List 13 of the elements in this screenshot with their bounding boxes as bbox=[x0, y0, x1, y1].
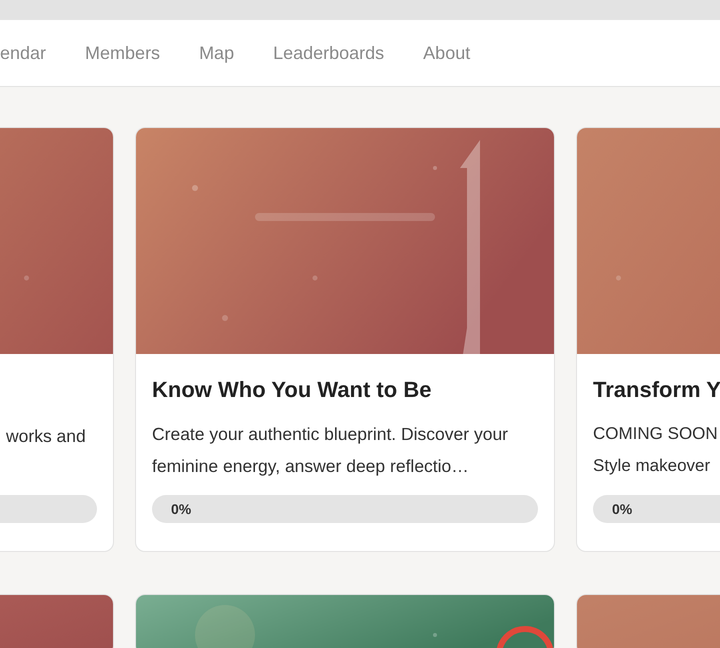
progress-label: 0% bbox=[170, 501, 192, 517]
nav-link[interactable]: Members bbox=[85, 42, 160, 64]
nav-link[interactable]: endar bbox=[0, 42, 46, 64]
nav-link[interactable]: Leaderboards bbox=[273, 42, 384, 64]
course-description: COMING SOON Style makeover bbox=[593, 423, 719, 477]
nav-link[interactable]: Map bbox=[199, 42, 234, 64]
course-description: Create your authentic blueprint. Discover your feminine energy, answer deep reflectio… bbox=[152, 423, 510, 478]
progress-label: 0% bbox=[611, 501, 632, 517]
course-title: Know Who You Want to Be bbox=[152, 376, 432, 404]
course-card[interactable]: Know Who You Want to Be Create your authentic blueprint. Discover your feminine energy, answer deep reflectio… 0% bbox=[135, 127, 555, 552]
course-description: works and bbox=[5, 425, 87, 448]
course-card[interactable]: works and bbox=[0, 127, 114, 552]
nav-link[interactable]: About bbox=[423, 42, 470, 64]
